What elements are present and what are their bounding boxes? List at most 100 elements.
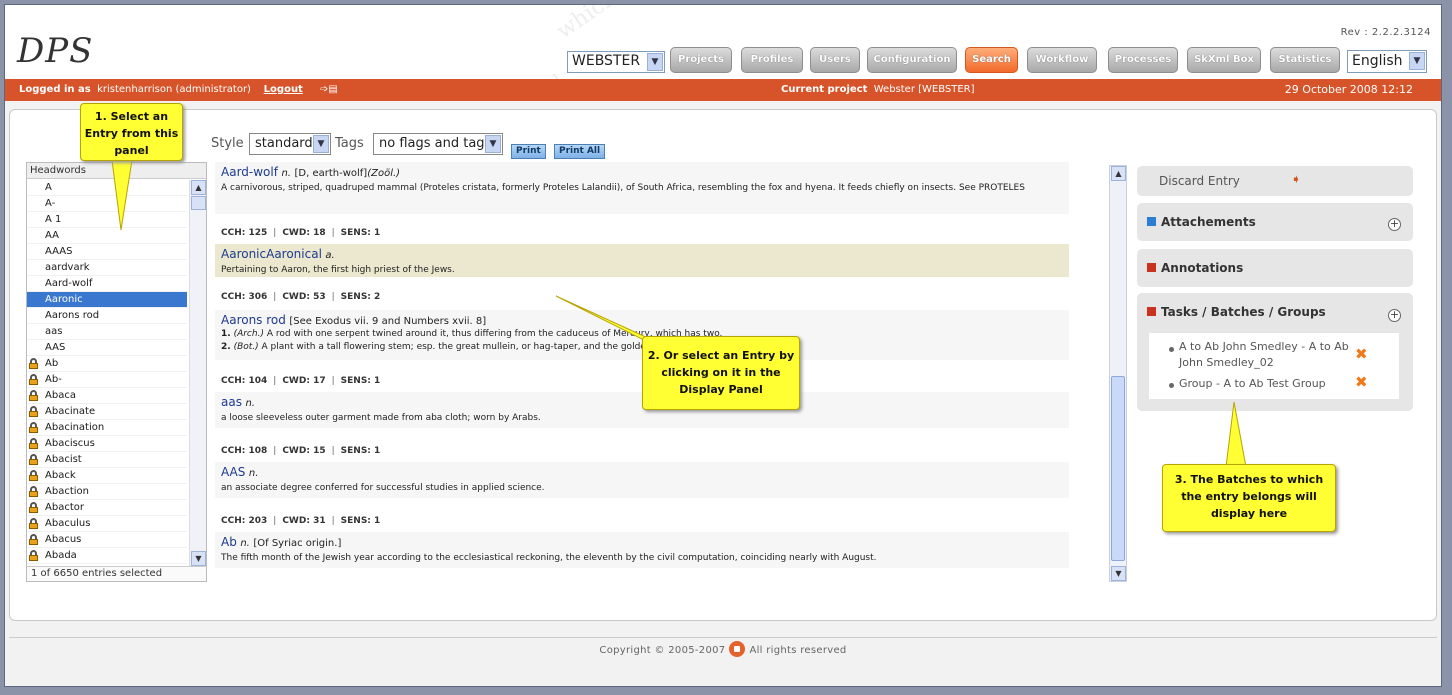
headword-item[interactable]: Abaciscus bbox=[27, 436, 187, 452]
annotations-label: Annotations bbox=[1161, 261, 1244, 275]
add-attachment-icon[interactable]: + bbox=[1388, 218, 1401, 231]
headword-item[interactable]: Abacination bbox=[27, 420, 187, 436]
entry-definition: a loose sleeveless outer garment made fr… bbox=[221, 413, 541, 423]
meta-cch: 104 bbox=[248, 376, 268, 386]
headword-item[interactable]: Aard-wolf bbox=[27, 276, 187, 292]
task-item[interactable]: A to Ab John Smedley - A to Ab John Smed… bbox=[1179, 339, 1349, 371]
entry-card[interactable]: Aarons rod [See Exodus vii. 9 and Number… bbox=[215, 310, 1069, 360]
nav-profiles[interactable]: Profiles bbox=[741, 47, 803, 73]
nav-search[interactable]: Search bbox=[965, 47, 1018, 73]
headword-label: Aarons rod bbox=[45, 310, 100, 321]
headword-item[interactable]: A 1 bbox=[27, 212, 187, 228]
headword-item[interactable]: AA bbox=[27, 228, 187, 244]
scroll-thumb[interactable] bbox=[191, 196, 206, 210]
headword-item[interactable]: Ab- bbox=[27, 372, 187, 388]
lock-icon bbox=[29, 358, 38, 369]
tags-select[interactable]: no flags and tags ▼ bbox=[373, 133, 503, 155]
chevron-down-icon[interactable]: ▼ bbox=[313, 135, 329, 153]
headword-item[interactable]: A- bbox=[27, 196, 187, 212]
headword-item[interactable]: Abacist bbox=[27, 452, 187, 468]
headwords-scrollbar[interactable]: ▲ ▼ bbox=[189, 180, 206, 567]
print-button[interactable]: Print bbox=[511, 144, 546, 159]
meta-cwd: 17 bbox=[313, 376, 326, 386]
style-select[interactable]: standard ▼ bbox=[249, 133, 331, 155]
headword-item[interactable]: Aarons rod bbox=[27, 308, 187, 324]
scroll-up-icon[interactable]: ▲ bbox=[1111, 166, 1126, 181]
headword-item[interactable]: Ab bbox=[27, 356, 187, 372]
chevron-down-icon[interactable]: ▼ bbox=[1409, 52, 1425, 70]
scroll-thumb[interactable] bbox=[1111, 376, 1125, 561]
nav-workflow[interactable]: Workflow bbox=[1027, 47, 1097, 73]
scroll-down-icon[interactable]: ▼ bbox=[1111, 566, 1126, 581]
entry-card[interactable]: Aard-wolf n. [D, earth-wolf](Zoöl.) A ca… bbox=[215, 162, 1069, 214]
current-user: kristenharrison (administrator) bbox=[97, 84, 251, 95]
headword-item[interactable]: aas bbox=[27, 324, 187, 340]
rights-text: All rights reserved bbox=[749, 645, 847, 656]
lock-icon bbox=[29, 422, 38, 433]
arrow-right-icon[interactable]: ➧ bbox=[1291, 172, 1301, 186]
headwords-list: A A- A 1 AA AAAS aardvark Aard-wolf Aaronic Aaro… bbox=[27, 180, 187, 564]
meta-cch: 125 bbox=[248, 228, 268, 238]
entry-etymology: [D, earth-wolf] bbox=[294, 168, 368, 179]
entry-card[interactable]: aas n. a loose sleeveless outer garment … bbox=[215, 392, 1069, 428]
tags-select-value: no flags and tags bbox=[379, 136, 492, 151]
headword-item[interactable]: Abacinate bbox=[27, 404, 187, 420]
scroll-up-icon[interactable]: ▲ bbox=[191, 180, 206, 195]
tasks-label: Tasks / Batches / Groups bbox=[1161, 305, 1326, 319]
chevron-down-icon[interactable]: ▼ bbox=[485, 135, 501, 153]
headword-item[interactable]: Abactor bbox=[27, 500, 187, 516]
current-project-value: Webster [WEBSTER] bbox=[873, 84, 975, 95]
remove-icon[interactable]: ✖ bbox=[1355, 345, 1368, 363]
attachments-label: Attachements bbox=[1161, 215, 1256, 229]
tasks-title: Tasks / Batches / Groups bbox=[1147, 305, 1326, 319]
headword-item[interactable]: AAS bbox=[27, 340, 187, 356]
headword-label: Ab bbox=[45, 358, 59, 369]
meta-cch-label: CCH: bbox=[221, 376, 246, 386]
lock-icon bbox=[29, 438, 38, 449]
nav-statistics[interactable]: Statistics bbox=[1270, 47, 1340, 73]
entry-meta: CCH: 125 | CWD: 18 | SENS: 1 bbox=[221, 228, 381, 238]
display-scrollbar[interactable]: ▲ ▼ bbox=[1109, 165, 1127, 582]
meta-cch: 108 bbox=[248, 446, 268, 456]
entry-card-selected[interactable]: AaronicAaronical a. Pertaining to Aaron,… bbox=[215, 244, 1069, 277]
headword-item[interactable]: Abaction bbox=[27, 484, 187, 500]
headword-label: Ab- bbox=[45, 374, 62, 385]
entry-label: (Zoöl.) bbox=[367, 168, 401, 179]
help-icon[interactable]: ➩▤ bbox=[320, 84, 338, 95]
task-item[interactable]: Group - A to Ab Test Group bbox=[1179, 376, 1326, 392]
discard-entry-panel[interactable]: Discard Entry ➧ bbox=[1137, 166, 1413, 196]
entry-definition: The fifth month of the Jewish year accor… bbox=[221, 553, 877, 563]
nav-configuration[interactable]: Configuration bbox=[867, 47, 957, 73]
headword-item[interactable]: Aaronic bbox=[27, 292, 187, 308]
scroll-down-icon[interactable]: ▼ bbox=[191, 551, 206, 566]
version-label: Rev : 2.2.2.3124 bbox=[1340, 27, 1431, 38]
add-task-icon[interactable]: + bbox=[1388, 309, 1401, 322]
nav-skxml-box[interactable]: SkXml Box bbox=[1187, 47, 1261, 73]
nav-projects[interactable]: Projects bbox=[670, 47, 732, 73]
headword-label: aas bbox=[45, 326, 63, 337]
headword-label: A bbox=[45, 182, 52, 193]
headword-item[interactable]: Abacus bbox=[27, 532, 187, 548]
annotations-icon bbox=[1147, 263, 1156, 272]
print-all-button[interactable]: Print All bbox=[554, 144, 606, 159]
headword-item[interactable]: A bbox=[27, 180, 187, 196]
headword-item[interactable]: aardvark bbox=[27, 260, 187, 276]
nav-users[interactable]: Users bbox=[810, 47, 860, 73]
remove-icon[interactable]: ✖ bbox=[1355, 373, 1368, 391]
language-select[interactable]: English ▼ bbox=[1347, 50, 1427, 73]
headword-item[interactable]: Abaculus bbox=[27, 516, 187, 532]
meta-cwd-label: CWD: bbox=[282, 446, 310, 456]
entry-meta: CCH: 104 | CWD: 17 | SENS: 1 bbox=[221, 376, 381, 386]
project-select[interactable]: WEBSTER ▼ bbox=[567, 51, 665, 73]
logout-link[interactable]: Logout bbox=[264, 84, 303, 95]
headword-item[interactable]: Abada bbox=[27, 548, 187, 564]
bullet-icon bbox=[1169, 347, 1174, 352]
entry-card[interactable]: AAS n. an associate degree conferred for… bbox=[215, 462, 1069, 498]
headword-item[interactable]: Abaca bbox=[27, 388, 187, 404]
style-select-value: standard bbox=[255, 136, 313, 151]
headword-item[interactable]: AAAS bbox=[27, 244, 187, 260]
chevron-down-icon[interactable]: ▼ bbox=[647, 53, 663, 71]
headword-item[interactable]: Aback bbox=[27, 468, 187, 484]
entry-card[interactable]: Ab n. [Of Syriac origin.] The fifth mont… bbox=[215, 532, 1069, 568]
nav-processes[interactable]: Processes bbox=[1108, 47, 1178, 73]
